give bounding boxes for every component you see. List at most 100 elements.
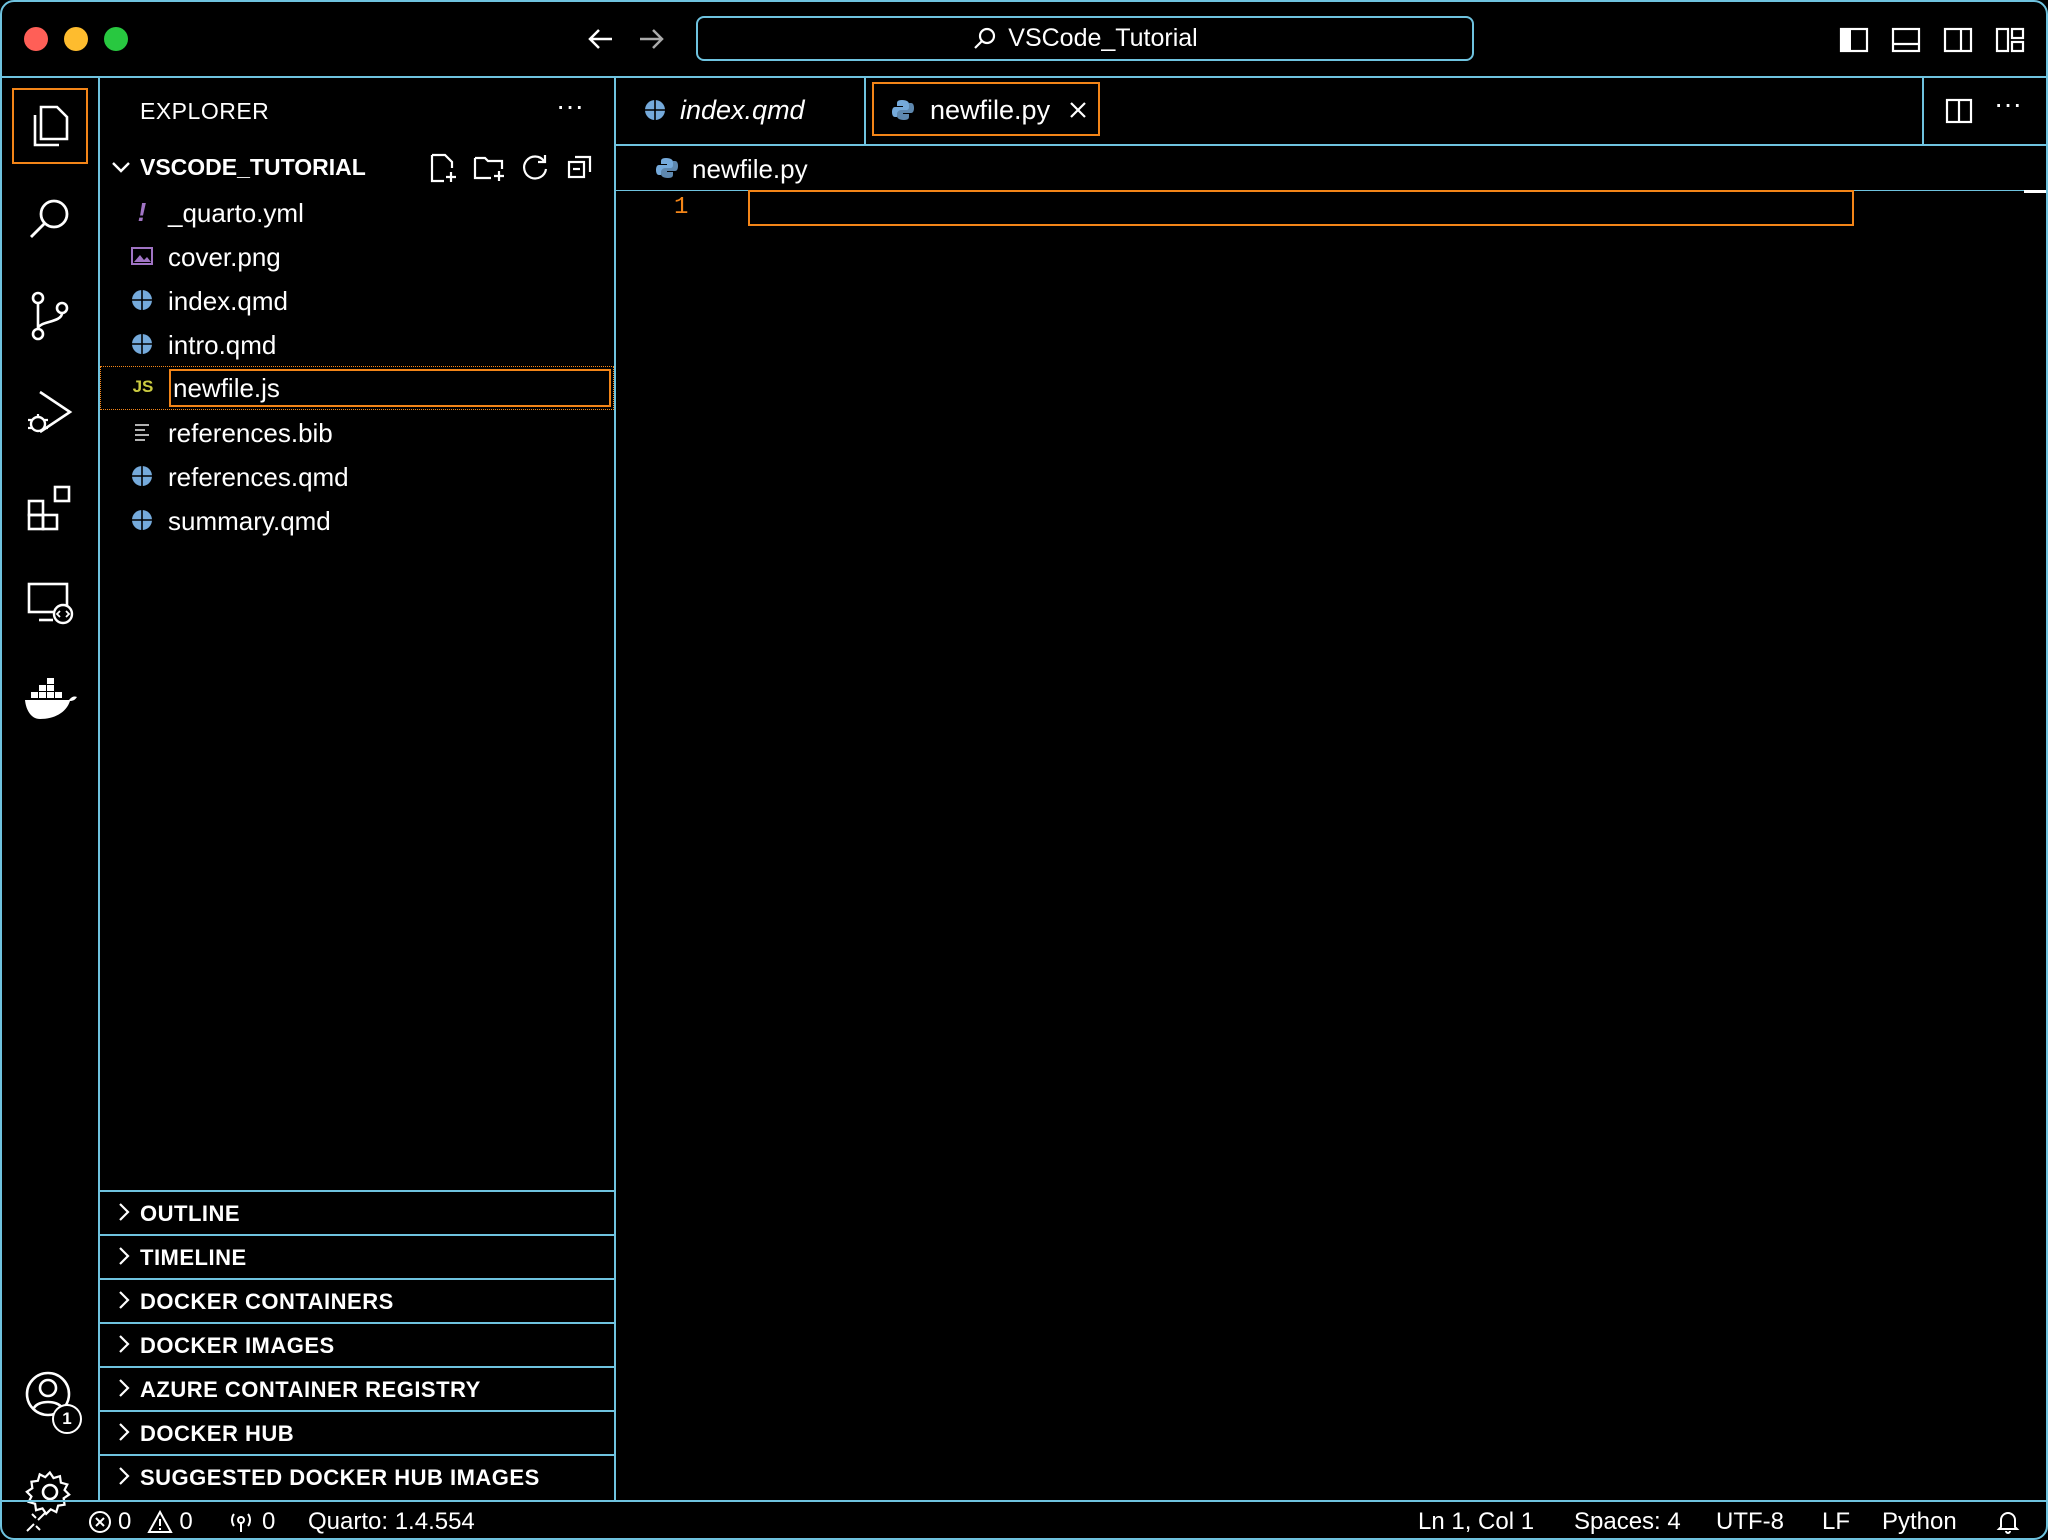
extensions-icon (27, 485, 71, 531)
panel-label: OUTLINE (140, 1201, 241, 1226)
folder-header[interactable]: VSCODE_TUTORIAL (100, 146, 614, 186)
quarto-version[interactable]: Quarto: 1.4.554 (308, 1508, 475, 1536)
file-name: _quarto.yml (168, 198, 304, 228)
file-item-references-bib[interactable]: references.bib (100, 410, 614, 454)
quarto-icon (130, 288, 154, 312)
python-icon (892, 100, 914, 120)
image-icon (130, 244, 154, 268)
vscode-window: VSCode_Tutorial 1 EXPLORER ··· VSCODE_TU… (0, 0, 2048, 1540)
problems-indicator[interactable]: 0 0 (88, 1508, 193, 1536)
bell-icon[interactable] (1996, 1509, 2020, 1535)
panel-label: DOCKER CONTAINERS (140, 1289, 394, 1314)
status-bar: 0 0 0 Quarto: 1.4.554 Ln 1, Col 1 Spaces… (2, 1500, 2046, 1538)
tab-newfile-py[interactable]: newfile.py (872, 76, 1100, 144)
activity-accounts[interactable]: 1 (2, 1348, 98, 1444)
quarto-icon (645, 100, 665, 120)
remote-indicator-icon[interactable] (24, 1510, 48, 1534)
chevron-right-icon (119, 1247, 130, 1265)
close-icon[interactable] (1068, 100, 1088, 120)
lines-icon (130, 420, 154, 444)
broadcast-icon (231, 1513, 251, 1532)
activity-run-debug[interactable] (2, 364, 98, 460)
panel-suggested-docker-hub-images[interactable]: SUGGESTED DOCKER HUB IMAGES (100, 1454, 614, 1498)
encoding[interactable]: UTF-8 (1716, 1508, 1784, 1536)
ports-count: 0 (262, 1508, 276, 1535)
source-control-icon (31, 291, 69, 341)
chevron-right-icon (119, 1467, 130, 1485)
run-debug-icon (28, 390, 73, 434)
activity-source-control[interactable] (2, 268, 98, 364)
tab-label: newfile.py (930, 94, 1051, 125)
panel-azure-container-registry[interactable]: AZURE CONTAINER REGISTRY (100, 1366, 614, 1410)
language-mode[interactable]: Python (1882, 1508, 1957, 1536)
warning-icon (147, 1510, 174, 1533)
current-line-highlight[interactable] (748, 190, 1854, 226)
maximize-window-button[interactable] (104, 27, 128, 51)
cursor-position[interactable]: Ln 1, Col 1 (1418, 1508, 1534, 1536)
panel-label: DOCKER HUB (140, 1421, 295, 1446)
tab-index-qmd[interactable]: index.qmd (616, 76, 866, 144)
panel-outline[interactable]: OUTLINE (100, 1190, 614, 1234)
collapse-all-icon[interactable] (566, 153, 594, 181)
panel-label: AZURE CONTAINER REGISTRY (140, 1377, 481, 1402)
split-editor-icon[interactable] (1944, 96, 1974, 126)
panel-label: TIMELINE (140, 1245, 247, 1270)
breadcrumb-file[interactable]: newfile.py (692, 154, 808, 185)
chevron-right-icon (119, 1379, 130, 1397)
forward-arrow-icon[interactable] (636, 24, 666, 59)
ports-indicator[interactable]: 0 (228, 1508, 275, 1536)
chevron-down-icon (112, 162, 130, 173)
javascript-icon: JS (132, 377, 154, 396)
editor-more-actions[interactable]: ··· (1994, 88, 2022, 120)
file-item-references-qmd[interactable]: references.qmd (100, 454, 614, 498)
file-item-index-qmd[interactable]: index.qmd (100, 278, 614, 322)
error-icon (89, 1511, 111, 1533)
tab-actions-divider (1922, 76, 1924, 144)
command-center-label: VSCode_Tutorial (1008, 24, 1198, 52)
minimize-window-button[interactable] (64, 27, 88, 51)
error-count: 0 (118, 1508, 132, 1535)
refresh-icon[interactable] (520, 152, 550, 182)
indentation[interactable]: Spaces: 4 (1574, 1508, 1681, 1536)
back-arrow-icon[interactable] (586, 24, 616, 59)
toggle-panel-icon[interactable] (1890, 24, 1922, 56)
new-folder-icon[interactable] (472, 152, 506, 184)
file-item-quarto-yml[interactable]: ! _quarto.yml (100, 190, 614, 234)
command-center-search[interactable]: VSCode_Tutorial (696, 16, 1474, 61)
explorer-more-actions[interactable]: ··· (556, 90, 584, 122)
file-item-intro-qmd[interactable]: intro.qmd (100, 322, 614, 366)
panel-docker-images[interactable]: DOCKER IMAGES (100, 1322, 614, 1366)
panel-timeline[interactable]: TIMELINE (100, 1234, 614, 1278)
activity-search[interactable] (2, 172, 98, 268)
file-name: references.qmd (168, 462, 349, 492)
end-of-line[interactable]: LF (1822, 1508, 1850, 1536)
new-file-icon[interactable] (426, 152, 458, 184)
customize-layout-icon[interactable] (1994, 24, 2026, 56)
editor-tab-bar: index.qmd newfile.py ··· (616, 76, 2046, 146)
toggle-primary-sidebar-icon[interactable] (1838, 24, 1870, 56)
toggle-secondary-sidebar-icon[interactable] (1942, 24, 1974, 56)
panel-docker-hub[interactable]: DOCKER HUB (100, 1410, 614, 1454)
explorer-sidebar: EXPLORER ··· VSCODE_TUTORIAL ! _quarto.y… (100, 76, 616, 1500)
chevron-right-icon (119, 1335, 130, 1353)
file-item-cover-png[interactable]: cover.png (100, 234, 614, 278)
quarto-icon (130, 464, 154, 488)
breadcrumb: newfile.py (616, 146, 2046, 191)
folder-name: VSCODE_TUTORIAL (140, 154, 366, 180)
account-badge: 1 (52, 1404, 82, 1434)
quarto-icon (130, 332, 154, 356)
editor-area[interactable] (616, 190, 2046, 1498)
file-item-summary-qmd[interactable]: summary.qmd (100, 498, 614, 542)
activity-extensions[interactable] (2, 460, 98, 556)
file-name: summary.qmd (168, 506, 331, 536)
activity-docker[interactable] (2, 652, 98, 748)
close-window-button[interactable] (24, 27, 48, 51)
file-item-rename[interactable]: JS (100, 366, 614, 410)
tab-label: index.qmd (680, 94, 805, 125)
activity-remote-explorer[interactable] (2, 556, 98, 652)
rename-input[interactable] (169, 369, 611, 407)
activity-explorer[interactable] (2, 78, 98, 174)
panel-docker-containers[interactable]: DOCKER CONTAINERS (100, 1278, 614, 1322)
quarto-icon (130, 508, 154, 532)
file-name: references.bib (168, 418, 333, 448)
